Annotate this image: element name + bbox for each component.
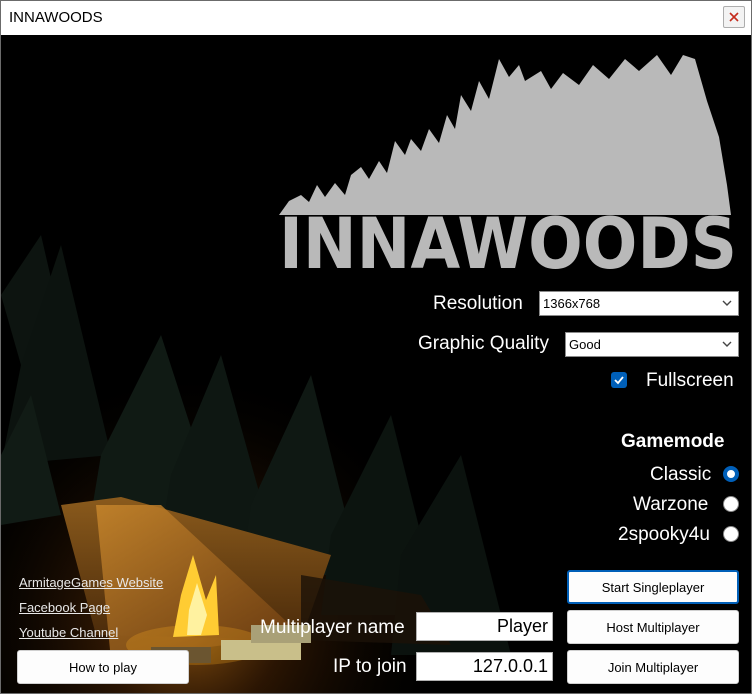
multiplayer-name-input[interactable]: Player [416, 612, 553, 641]
chevron-down-icon [722, 341, 732, 347]
resolution-value: 1366x768 [543, 296, 601, 311]
graphic-quality-dropdown[interactable]: Good [565, 332, 739, 357]
close-icon [729, 12, 739, 22]
gamemode-classic-radio[interactable] [723, 466, 739, 482]
gamemode-warzone-label[interactable]: Warzone [633, 494, 708, 516]
fullscreen-label[interactable]: Fullscreen [646, 370, 734, 392]
start-singleplayer-button[interactable]: Start Singleplayer [567, 570, 739, 604]
resolution-label: Resolution [433, 293, 523, 314]
host-multiplayer-button[interactable]: Host Multiplayer [567, 610, 739, 644]
window-title: INNAWOODS [9, 9, 103, 26]
resolution-dropdown[interactable]: 1366x768 [539, 291, 739, 316]
fullscreen-checkbox[interactable] [611, 372, 627, 388]
youtube-channel-link[interactable]: Youtube Channel [19, 625, 118, 640]
graphic-quality-value: Good [569, 337, 601, 352]
title-bar: INNAWOODS [1, 1, 751, 35]
gamemode-2spooky4u-radio[interactable] [723, 526, 739, 542]
checkmark-icon [614, 376, 624, 385]
background-scene: INNAWOODS Resolution 1366x768 Graphic Qu… [1, 35, 751, 693]
how-to-play-button[interactable]: How to play [17, 650, 189, 684]
chevron-down-icon [722, 300, 732, 306]
close-button[interactable] [723, 6, 745, 28]
graphic-quality-label: Graphic Quality [418, 333, 549, 354]
join-multiplayer-button[interactable]: Join Multiplayer [567, 650, 739, 684]
gamemode-classic-label[interactable]: Classic [650, 464, 711, 486]
gamemode-warzone-radio[interactable] [723, 496, 739, 512]
multiplayer-name-label: Multiplayer name [260, 617, 405, 638]
app-window: INNAWOODS INNAWOODS Resolution 1366x768 … [0, 0, 752, 694]
facebook-page-link[interactable]: Facebook Page [19, 600, 110, 615]
ip-to-join-input[interactable]: 127.0.0.1 [416, 652, 553, 681]
logo-text: INNAWOODS [279, 203, 737, 277]
gamemode-title: Gamemode [621, 431, 725, 452]
innawoods-logo: INNAWOODS [279, 55, 737, 277]
armitagegames-website-link[interactable]: ArmitageGames Website [19, 575, 163, 590]
gamemode-2spooky4u-label[interactable]: 2spooky4u [618, 524, 710, 546]
ip-to-join-label: IP to join [333, 656, 407, 677]
